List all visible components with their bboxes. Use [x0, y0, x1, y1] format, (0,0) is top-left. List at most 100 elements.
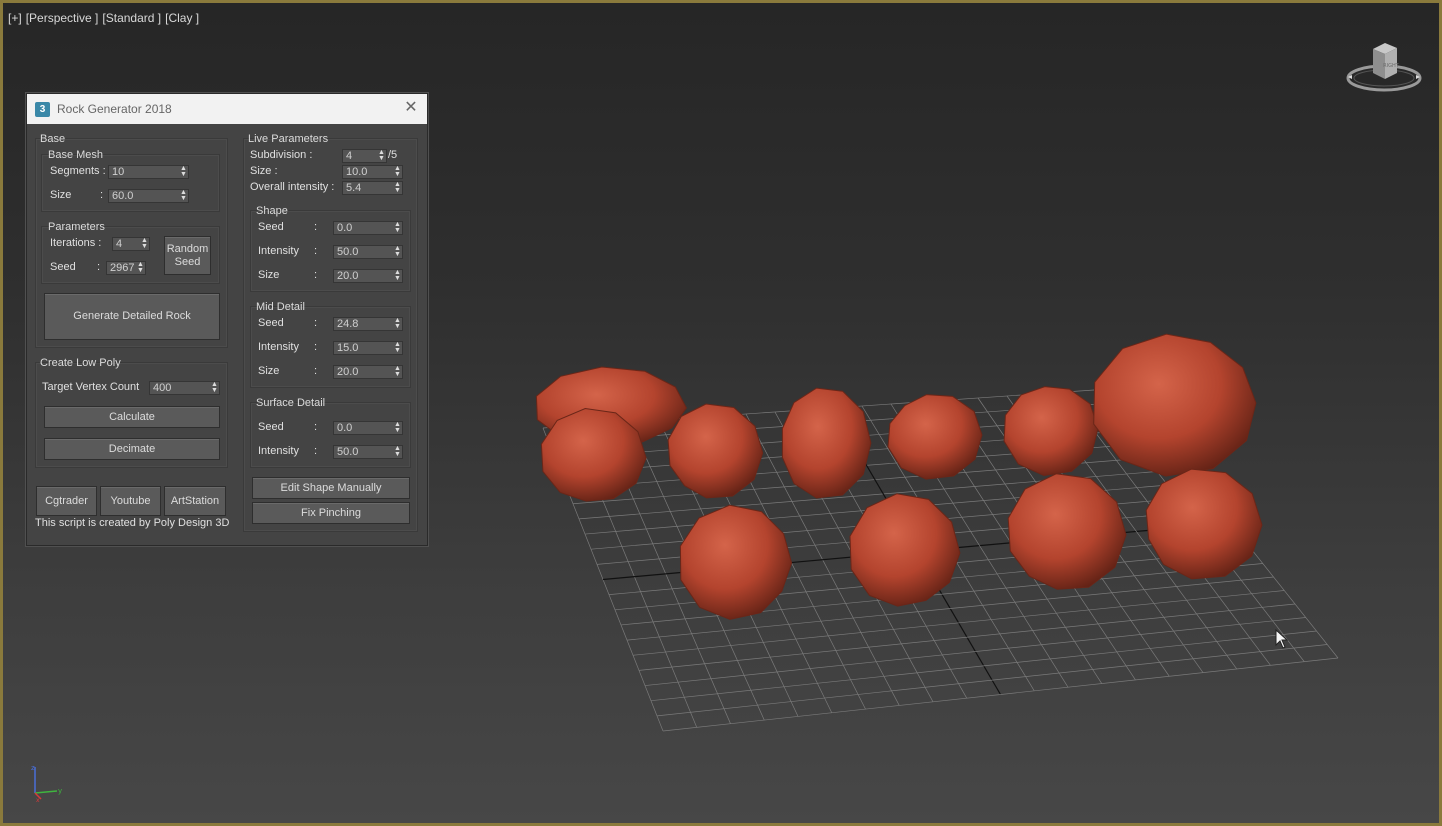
base-mesh-label: Base Mesh — [48, 149, 104, 161]
spinner-arrows-icon[interactable]: ▲ ▼ — [393, 182, 402, 194]
overall-intensity-spinner[interactable]: 5.4 ▲ ▼ — [342, 181, 403, 195]
mid-detail-label: Mid Detail — [256, 301, 305, 313]
subdivision-label: Subdivision : — [250, 149, 313, 161]
cgtrader-button[interactable]: Cgtrader — [36, 486, 97, 516]
spinner-arrows-icon[interactable]: ▲ ▼ — [393, 318, 402, 330]
subdivision-max: /5 — [388, 149, 398, 161]
overall-intensity-label: Overall intensity : — [250, 181, 335, 193]
seed-spinner[interactable]: 2967 ▲ ▼ — [106, 261, 146, 275]
viewcube-icon[interactable]: RIGHT — [1343, 39, 1425, 101]
dialog-title: Rock Generator 2018 — [57, 102, 172, 116]
size-spinner[interactable]: 60.0 ▲ ▼ — [108, 189, 189, 203]
spinner-arrows-icon[interactable]: ▲ ▼ — [393, 166, 402, 178]
youtube-button[interactable]: Youtube — [100, 486, 161, 516]
shape-seed-label: Seed — [258, 221, 284, 233]
spinner-arrows-icon[interactable]: ▲ ▼ — [140, 238, 149, 250]
viewport-menu-standard[interactable]: [Standard ] — [102, 11, 161, 25]
spinner-arrows-icon[interactable]: ▲ ▼ — [393, 422, 402, 434]
shape-intensity-spinner[interactable]: 50.0 ▲ ▼ — [333, 245, 403, 259]
svg-text:z: z — [31, 764, 35, 772]
edit-shape-manually-button[interactable]: Edit Shape Manually — [252, 477, 410, 499]
rock-mesh — [1145, 468, 1263, 580]
parameters-label: Parameters — [48, 221, 105, 233]
viewport-menu-plus[interactable]: [+] — [8, 11, 22, 25]
rock-mesh — [1003, 386, 1099, 477]
fix-pinching-button[interactable]: Fix Pinching — [252, 502, 410, 524]
shape-size-label: Size — [258, 269, 280, 281]
artstation-button[interactable]: ArtStation — [164, 486, 226, 516]
base-group-label: Base — [40, 133, 66, 145]
calculate-button[interactable]: Calculate — [44, 406, 220, 428]
app-icon: 3 — [35, 101, 50, 117]
grid-line — [644, 617, 1306, 686]
spinner-arrows-icon[interactable]: ▲ ▼ — [179, 190, 188, 202]
grid-line — [650, 630, 1317, 702]
mid-size-spinner[interactable]: 20.0 ▲ ▼ — [333, 365, 403, 379]
base-mesh-group — [41, 154, 220, 212]
grid-line — [656, 644, 1328, 717]
rock-mesh — [1093, 333, 1257, 477]
generate-detailed-rock-button[interactable]: Generate Detailed Rock — [44, 293, 220, 340]
random-seed-button[interactable]: Random Seed — [164, 236, 211, 275]
decimate-button[interactable]: Decimate — [44, 438, 220, 460]
rock-group — [535, 333, 1263, 620]
grid-line — [662, 657, 1339, 732]
size-colon: : — [100, 189, 104, 201]
viewcube-face-label: RIGHT — [1383, 63, 1400, 69]
shape-seed-spinner[interactable]: 0.0 ▲ ▼ — [333, 221, 403, 235]
mid-seed-label: Seed — [258, 317, 284, 329]
credit-text: This script is created by Poly Design 3D — [35, 517, 230, 529]
mouse-cursor-icon — [1275, 629, 1289, 649]
seed-label: Seed — [50, 261, 76, 273]
surface-seed-label: Seed — [258, 421, 284, 433]
spinner-arrows-icon[interactable]: ▲ ▼ — [179, 166, 188, 178]
rock-mesh — [679, 504, 793, 620]
surface-detail-label: Surface Detail — [256, 397, 326, 409]
iterations-label: Iterations : — [50, 237, 102, 249]
mid-intensity-spinner[interactable]: 15.0 ▲ ▼ — [333, 341, 403, 355]
spinner-arrows-icon[interactable]: ▲ ▼ — [393, 446, 402, 458]
svg-text:y: y — [58, 787, 62, 795]
spinner-arrows-icon[interactable]: ▲ ▼ — [393, 222, 402, 234]
mid-seed-spinner[interactable]: 24.8 ▲ ▼ — [333, 317, 403, 331]
rock-mesh — [849, 493, 961, 607]
spinner-arrows-icon[interactable]: ▲ ▼ — [393, 246, 402, 258]
rock-mesh — [781, 387, 872, 499]
mid-size-label: Size — [258, 365, 280, 377]
live-parameters-label: Live Parameters — [248, 133, 329, 145]
shape-label: Shape — [256, 205, 288, 217]
target-vertex-count-label: Target Vertex Count — [42, 381, 140, 393]
surface-intensity-spinner[interactable]: 50.0 ▲ ▼ — [333, 445, 403, 459]
close-icon[interactable]: ✕ — [403, 100, 419, 116]
rock-generator-dialog: 3 Rock Generator 2018 ✕ Base Base Mesh S… — [26, 93, 428, 546]
axis-tripod-icon: z y x — [31, 764, 62, 803]
iterations-spinner[interactable]: 4 ▲ ▼ — [112, 237, 150, 251]
rock-mesh — [887, 394, 983, 480]
target-vertex-count-spinner[interactable]: 400 ▲ ▼ — [149, 381, 220, 395]
segments-label: Segments : — [50, 165, 106, 177]
size-label: Size — [50, 189, 72, 201]
spinner-arrows-icon[interactable]: ▲ ▼ — [210, 382, 219, 394]
shape-size-spinner[interactable]: 20.0 ▲ ▼ — [333, 269, 403, 283]
viewport-label[interactable]: [+] [Perspective ] [Standard ] [Clay ] — [8, 11, 199, 25]
segments-spinner[interactable]: 10 ▲ ▼ — [108, 165, 189, 179]
shape-intensity-label: Intensity — [258, 245, 299, 257]
mid-intensity-label: Intensity — [258, 341, 299, 353]
subdivision-spinner[interactable]: 4 ▲ ▼ — [342, 149, 387, 163]
create-low-poly-label: Create Low Poly — [40, 357, 121, 369]
dialog-titlebar[interactable]: 3 Rock Generator 2018 ✕ — [27, 94, 427, 124]
spinner-arrows-icon[interactable]: ▲ ▼ — [377, 150, 386, 162]
surface-seed-spinner[interactable]: 0.0 ▲ ▼ — [333, 421, 403, 435]
spinner-arrows-icon[interactable]: ▲ ▼ — [136, 262, 145, 274]
svg-text:x: x — [36, 797, 40, 803]
seed-colon: : — [97, 261, 101, 273]
viewport-menu-clay[interactable]: [Clay ] — [165, 11, 199, 25]
spinner-arrows-icon[interactable]: ▲ ▼ — [393, 270, 402, 282]
spinner-arrows-icon[interactable]: ▲ ▼ — [393, 342, 402, 354]
rock-mesh — [1007, 473, 1127, 590]
live-size-spinner[interactable]: 10.0 ▲ ▼ — [342, 165, 403, 179]
live-size-label: Size : — [250, 165, 278, 177]
spinner-arrows-icon[interactable]: ▲ ▼ — [393, 366, 402, 378]
viewport-menu-perspective[interactable]: [Perspective ] — [26, 11, 99, 25]
surface-intensity-label: Intensity — [258, 445, 299, 457]
